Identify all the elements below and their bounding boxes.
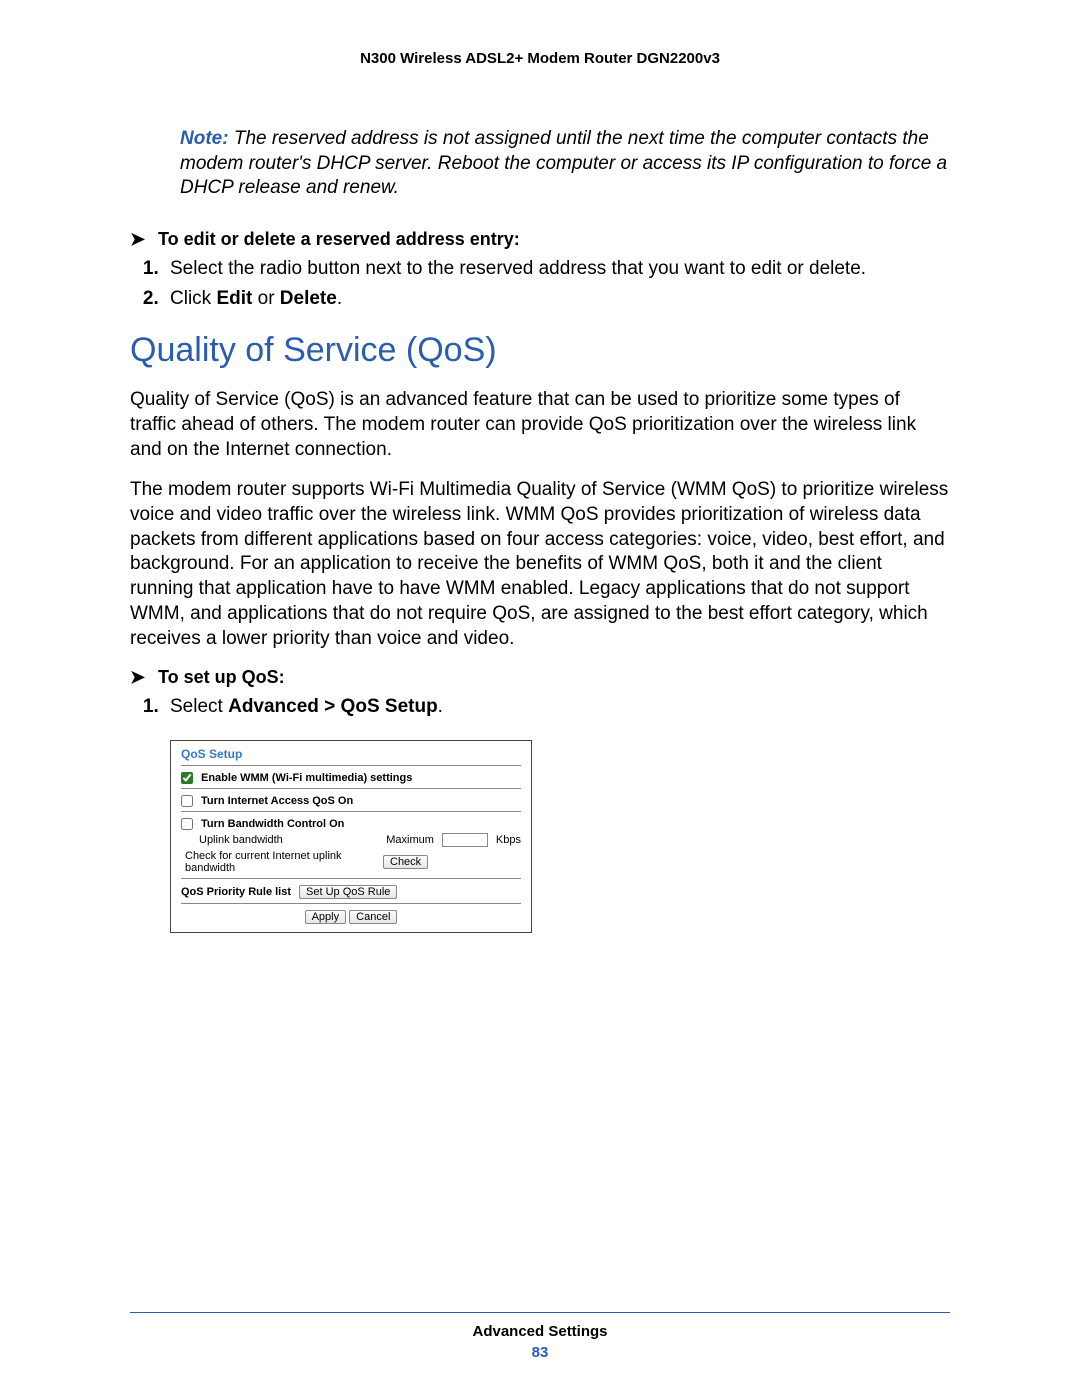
- step-2-mid: or: [252, 288, 279, 309]
- internet-qos-row: Turn Internet Access QoS On: [181, 795, 521, 807]
- divider: [181, 878, 521, 879]
- panel-title: QoS Setup: [181, 747, 521, 761]
- panel-button-row: Apply Cancel: [181, 910, 521, 924]
- footer-section: Advanced Settings: [0, 1323, 1080, 1340]
- uplink-bandwidth-row: Uplink bandwidth Maximum Kbps: [199, 833, 521, 847]
- divider: [181, 788, 521, 789]
- uplink-bandwidth-input[interactable]: [442, 833, 488, 847]
- doc-header: N300 Wireless ADSL2+ Modem Router DGN220…: [130, 50, 950, 67]
- procedure-title: To edit or delete a reserved address ent…: [158, 229, 520, 249]
- setup-qos-rule-button[interactable]: Set Up QoS Rule: [299, 885, 397, 899]
- divider: [181, 903, 521, 904]
- step-2-text: Click: [170, 288, 216, 309]
- section-title-qos: Quality of Service (QoS): [130, 331, 950, 370]
- qos-setup-panel: QoS Setup Enable WMM (Wi-Fi multimedia) …: [170, 740, 532, 933]
- uplink-bandwidth-label: Uplink bandwidth: [199, 834, 378, 846]
- enable-wmm-checkbox[interactable]: [181, 772, 193, 784]
- bandwidth-control-label: Turn Bandwidth Control On: [201, 818, 344, 830]
- procedure-steps: Select Advanced > QoS Setup.: [136, 694, 950, 720]
- paragraph-2: The modem router supports Wi-Fi Multimed…: [130, 478, 950, 651]
- step-1-post: .: [438, 696, 443, 717]
- uplink-unit-label: Kbps: [496, 834, 521, 846]
- note-block: Note: The reserved address is not assign…: [180, 127, 950, 201]
- procedure-title: To set up QoS:: [158, 667, 285, 687]
- check-button[interactable]: Check: [383, 855, 428, 869]
- internet-qos-checkbox[interactable]: [181, 795, 193, 807]
- bandwidth-control-row: Turn Bandwidth Control On: [181, 818, 521, 830]
- procedure-heading-edit-delete: ➤To edit or delete a reserved address en…: [130, 229, 950, 250]
- divider: [181, 811, 521, 812]
- divider: [181, 765, 521, 766]
- internet-qos-label: Turn Internet Access QoS On: [201, 795, 353, 807]
- apply-button[interactable]: Apply: [305, 910, 347, 924]
- chevron-right-icon: ➤: [130, 667, 158, 688]
- step-2-post: .: [337, 288, 342, 309]
- edit-label: Edit: [216, 288, 252, 309]
- cancel-button[interactable]: Cancel: [349, 910, 397, 924]
- procedure-heading-setup-qos: ➤To set up QoS:: [130, 667, 950, 688]
- step-1: Select the radio button next to the rese…: [164, 256, 950, 282]
- delete-label: Delete: [280, 288, 337, 309]
- step-1-pre: Select: [170, 696, 228, 717]
- enable-wmm-row: Enable WMM (Wi-Fi multimedia) settings: [181, 772, 521, 784]
- bandwidth-control-checkbox[interactable]: [181, 818, 193, 830]
- nav-path: Advanced > QoS Setup: [228, 696, 438, 717]
- footer-divider: [130, 1312, 950, 1313]
- procedure-steps: Select the radio button next to the rese…: [136, 256, 950, 311]
- page-number: 83: [0, 1344, 1080, 1361]
- step-1: Select Advanced > QoS Setup.: [164, 694, 950, 720]
- chevron-right-icon: ➤: [130, 229, 158, 250]
- paragraph-1: Quality of Service (QoS) is an advanced …: [130, 388, 950, 462]
- check-uplink-row: Check for current Internet uplink bandwi…: [185, 850, 521, 874]
- check-uplink-label: Check for current Internet uplink bandwi…: [185, 850, 375, 874]
- rule-list-row: QoS Priority Rule list Set Up QoS Rule: [181, 885, 521, 899]
- enable-wmm-label: Enable WMM (Wi-Fi multimedia) settings: [201, 772, 412, 784]
- note-label: Note:: [180, 128, 229, 149]
- rule-list-label: QoS Priority Rule list: [181, 886, 291, 898]
- page-footer: Advanced Settings 83: [0, 1312, 1080, 1361]
- step-2: Click Edit or Delete.: [164, 286, 950, 312]
- uplink-max-label: Maximum: [386, 834, 434, 846]
- note-text: The reserved address is not assigned unt…: [180, 128, 947, 198]
